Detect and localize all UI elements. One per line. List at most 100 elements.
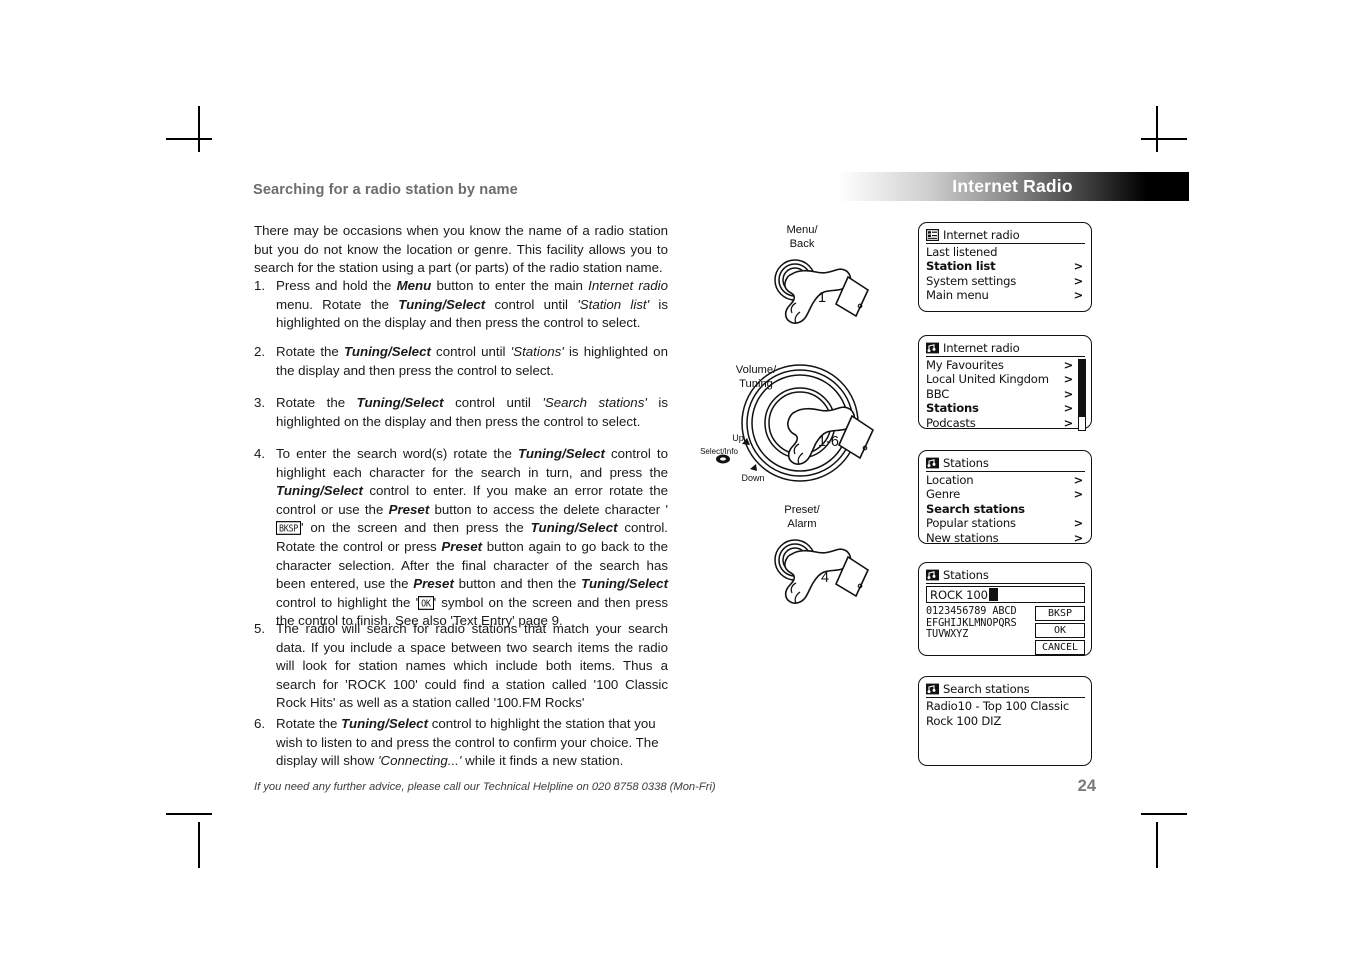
lcd-screen-3-title: Stations [943,456,989,470]
diagram-menu-back-step-number: 1 [818,290,827,306]
lcd-row-label: Genre [926,487,961,502]
ok-key[interactable]: OK [1035,623,1085,638]
lcd-row-last-listened[interactable]: Last listened [926,245,1085,259]
search-result-line-2[interactable]: Rock 100 DIZ [926,714,1085,729]
lcd-screen-4-titlebar: Stations [926,568,1085,584]
lcd-row-my-favourites[interactable]: My Favourites > [926,358,1085,372]
lcd-screen-stations-menu: Stations Location > Genre > Search stati… [918,450,1092,545]
lcd-row-main-menu[interactable]: Main menu > [926,288,1085,302]
search-result-line-1[interactable]: Radio10 - Top 100 Classic [926,699,1085,714]
step-3: 3. Rotate the Tuning/Select control unti… [254,394,668,431]
step-4-text: To enter the search word(s) rotate the T… [276,446,669,629]
page-number: 24 [1077,777,1096,795]
lcd-screen-search-results: Search stations Radio10 - Top 100 Classi… [918,676,1092,766]
lcd-row-arrow: > [1073,288,1084,303]
lcd-scrollbar-thumb[interactable] [1079,360,1085,417]
lcd-row-arrow: > [1073,259,1084,274]
lcd-row-station-list[interactable]: Station list > [926,259,1085,273]
diagram-tuning-dial: Volume/ Tuning Up Down Select/Info 1-6 [700,360,900,495]
lcd-row-system-settings[interactable]: System settings > [926,274,1085,288]
character-grid[interactable]: 0123456789 ABCD EFGHIJKLMNOPQRS TUVWXYZ [926,606,1031,655]
cancel-key[interactable]: CANCEL [1035,640,1085,655]
lcd-row-new-stations[interactable]: New stations > [926,531,1085,545]
lcd-row-local-united-kingdom[interactable]: Local United Kingdom > [926,372,1085,386]
lcd-row-arrow: > [1063,415,1074,430]
lcd-screen-4-title: Stations [943,568,989,582]
diagram-tuning-dial-label: Volume/ Tuning [735,364,777,390]
lcd-row-label: Search stations [926,501,1025,516]
step-4: 4. To enter the search word(s) rotate th… [254,445,668,631]
diagram-up-label: Up [732,433,744,443]
lcd-row-label: Popular stations [926,516,1016,531]
lcd-row-label: Local United Kingdom [926,372,1049,387]
internet-radio-icon [926,683,939,695]
lcd-row-label: Last listened [926,245,998,259]
search-text-input[interactable]: ROCK 100 [926,586,1085,603]
section-title: Searching for a radio station by name [253,182,518,198]
lcd-screen-1-rows: Last listened Station list > System sett… [926,245,1085,303]
lcd-screen-5-titlebar: Search stations [926,682,1085,698]
lcd-row-arrow: > [1073,516,1084,531]
text-entry-action-keys: BKSP OK CANCEL [1035,606,1085,655]
lcd-row-label: Location [926,473,974,487]
lcd-row-location[interactable]: Location > [926,473,1085,487]
step-3-text: Rotate the Tuning/Select control until '… [276,395,668,429]
lcd-row-label: Station list [926,259,996,274]
lcd-screen-5-rows: Radio10 - Top 100 Classic Rock 100 DIZ [926,699,1085,728]
diagram-preset-alarm-label: Preset/ Alarm [784,504,820,530]
diagram-menu-back: Menu/ Back 1 [700,220,900,350]
crop-mark-bottom-right-vertical [1156,822,1158,868]
crop-mark-top-right-vertical [1156,106,1158,152]
step-2: 2. Rotate the Tuning/Select control unti… [254,343,668,380]
lcd-screen-1-title: Internet radio [943,228,1020,242]
step-2-text: Rotate the Tuning/Select control until '… [276,344,668,378]
crop-mark-bottom-left-vertical [198,822,200,868]
diagram-down-label: Down [741,473,765,483]
step-5: 5. The radio will search for radio stati… [254,620,668,713]
diagram-select-info-label: Select/Info [700,447,738,456]
step-6-text: Rotate the Tuning/Select control to high… [276,716,659,769]
page-header-title: Internet Radio [952,176,1073,196]
lcd-row-bbc[interactable]: BBC > [926,387,1085,401]
step-1: 1. Press and hold the Menu button to ent… [254,277,668,333]
bksp-key[interactable]: BKSP [1035,606,1085,621]
lcd-screen-main-menu: Internet radio Last listened Station lis… [918,222,1092,312]
lcd-screen-text-entry: Stations ROCK 100 0123456789 ABCD EFGHIJ… [918,562,1092,656]
lcd-row-arrow: > [1073,473,1084,487]
lcd-row-label: Stations [926,401,979,416]
lcd-screen-1-titlebar: Internet radio [926,228,1085,244]
step-4-number: 4. [254,446,266,461]
lcd-screen-5-title: Search stations [943,682,1030,696]
lcd-row-stations[interactable]: Stations > [926,401,1085,415]
step-1-text: Press and hold the Menu button to enter … [276,278,668,331]
text-entry-body: 0123456789 ABCD EFGHIJKLMNOPQRS TUVWXYZ … [926,606,1085,655]
intro-paragraph: There may be occasions when you know the… [254,223,668,276]
crop-mark-bottom-left-horizontal [166,813,212,815]
lcd-row-popular-stations[interactable]: Popular stations > [926,516,1085,530]
list-icon [926,229,939,241]
search-text-value: ROCK 100 [930,587,988,602]
lcd-row-arrow: > [1063,386,1074,401]
lcd-screen-2-rows: My Favourites > Local United Kingdom > B… [926,358,1086,431]
crop-mark-bottom-right-horizontal [1141,813,1187,815]
crop-mark-top-left-vertical [198,106,200,152]
lcd-row-arrow: > [1073,487,1084,502]
step-3-number: 3. [254,395,266,410]
lcd-screen-3-titlebar: Stations [926,456,1085,472]
lcd-row-podcasts[interactable]: Podcasts > [926,416,1085,430]
lcd-row-genre[interactable]: Genre > [926,487,1085,501]
diagram-preset-alarm: Preset/ Alarm 4 [700,500,900,630]
lcd-scrollbar[interactable] [1078,359,1086,431]
lcd-row-label: My Favourites [926,358,1004,372]
lcd-row-arrow: > [1073,273,1084,288]
lcd-row-arrow: > [1063,372,1074,387]
lcd-row-search-stations[interactable]: Search stations [926,502,1085,516]
text-cursor [988,588,998,601]
step-2-number: 2. [254,344,266,359]
diagram-preset-alarm-step-number: 4 [821,570,830,586]
lcd-screen-2-titlebar: Internet radio [926,341,1085,357]
lcd-row-label: Main menu [926,288,989,303]
lcd-row-label: System settings [926,273,1017,288]
lcd-row-arrow: > [1063,358,1074,372]
lcd-row-arrow: > [1073,530,1084,545]
